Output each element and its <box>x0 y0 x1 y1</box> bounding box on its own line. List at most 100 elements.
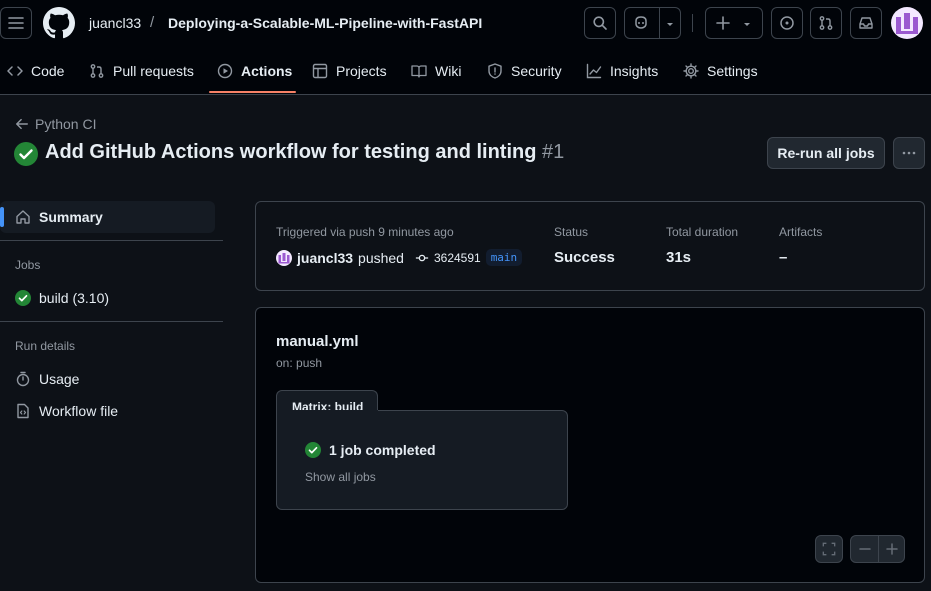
tab-wiki[interactable]: Wiki <box>411 47 461 94</box>
create-new-button[interactable] <box>705 7 763 39</box>
pull-request-icon <box>819 16 833 30</box>
commit-icon <box>415 254 429 261</box>
tab-join <box>277 410 378 412</box>
push-action: pushed <box>358 249 404 266</box>
file-code-icon <box>17 403 29 419</box>
shield-icon <box>488 62 502 79</box>
play-icon <box>217 63 233 78</box>
menu-button[interactable] <box>0 7 32 39</box>
push-info: juancl33 pushed 3624591 main <box>276 249 523 266</box>
chevron-down-icon <box>744 23 750 26</box>
tab-label: Security <box>511 62 562 79</box>
stopwatch-icon <box>16 371 30 387</box>
issues-button[interactable] <box>771 7 803 39</box>
workflow-file-name: manual.yml <box>276 333 359 350</box>
tab-label: Pull requests <box>113 62 194 79</box>
jobs-heading: Jobs <box>15 258 41 272</box>
home-icon <box>16 210 30 224</box>
triggered-text: Triggered via push 9 minutes ago <box>276 225 454 239</box>
show-all-jobs-link[interactable]: Show all jobs <box>305 470 376 484</box>
inbox-button[interactable] <box>850 7 882 39</box>
tab-code[interactable]: Code <box>7 47 64 94</box>
repo-owner-link[interactable]: juancl33 <box>89 15 141 31</box>
more-options-button[interactable] <box>893 137 925 169</box>
actor-link[interactable]: juancl33 <box>297 250 353 266</box>
tab-label: Actions <box>241 62 293 79</box>
breadcrumb-separator: / <box>150 14 155 31</box>
artifacts-label: Artifacts <box>779 225 823 239</box>
sidebar-item-label: build (3.10) <box>39 290 110 306</box>
jobs-completed-row: 1 job completed <box>305 442 436 458</box>
run-details-heading: Run details <box>15 339 76 353</box>
tab-insights[interactable]: Insights <box>586 47 658 94</box>
workflow-graph-card: manual.yml on: push Matrix: build 1 job … <box>255 307 925 583</box>
plus-icon <box>716 16 730 30</box>
success-check-icon <box>14 142 38 166</box>
duration-value: 31s <box>666 249 692 266</box>
minus-icon <box>858 548 871 550</box>
tab-pull-requests[interactable]: Pull requests <box>89 47 194 94</box>
repo-nav: Code Pull requests Actions Projects Wiki… <box>0 47 931 95</box>
kebab-horizontal-icon <box>902 151 916 155</box>
duration-label: Total duration <box>666 225 739 239</box>
zoom-in-button[interactable] <box>879 536 905 562</box>
split-divider <box>659 8 660 38</box>
tab-label: Settings <box>707 62 758 79</box>
avatar[interactable] <box>891 7 923 39</box>
sidebar-item-job-build[interactable]: build (3.10) <box>15 290 109 306</box>
sidebar-item-usage[interactable]: Usage <box>15 371 79 387</box>
repo-name-link[interactable]: Deploying-a-Scalable-ML-Pipeline-with-Fa… <box>168 15 482 31</box>
sidebar-item-label: Summary <box>39 209 103 225</box>
header-divider <box>692 14 693 32</box>
plus-icon <box>886 543 898 555</box>
copilot-button[interactable] <box>624 7 681 39</box>
tab-actions[interactable]: Actions <box>217 47 292 94</box>
tab-label: Wiki <box>435 62 462 79</box>
pull-request-icon <box>90 63 104 78</box>
success-check-icon <box>305 442 321 458</box>
commit-sha-link[interactable]: 3624591 <box>434 251 481 265</box>
search-button[interactable] <box>584 7 616 39</box>
jobs-completed-text: 1 job completed <box>329 442 436 458</box>
active-tab-indicator <box>209 91 296 93</box>
book-icon <box>411 64 427 78</box>
fullscreen-button[interactable] <box>815 535 843 563</box>
tab-security[interactable]: Security <box>487 47 562 94</box>
sidebar-item-label: Workflow file <box>39 403 119 419</box>
top-bar: juancl33 / Deploying-a-Scalable-ML-Pipel… <box>0 0 931 47</box>
graph-icon <box>586 63 602 78</box>
run-number: #1 <box>542 141 565 163</box>
copilot-icon <box>635 16 647 29</box>
table-icon <box>312 63 328 78</box>
tab-label: Insights <box>610 62 659 79</box>
active-indicator <box>0 207 4 227</box>
tab-settings[interactable]: Settings <box>683 47 758 94</box>
status-value: Success <box>554 249 615 266</box>
run-title: Add GitHub Actions workflow for testing … <box>45 141 537 163</box>
workflow-name: Python CI <box>35 116 97 132</box>
pull-requests-button[interactable] <box>810 7 842 39</box>
search-icon <box>593 16 607 30</box>
matrix-job-box[interactable]: 1 job completed Show all jobs <box>276 410 568 510</box>
page-title: Add GitHub Actions workflow for testing … <box>45 141 564 164</box>
run-summary-card: Triggered via push 9 minutes ago juancl3… <box>255 201 925 291</box>
github-logo-icon[interactable] <box>43 7 75 39</box>
workflow-trigger: on: push <box>276 356 323 370</box>
screen-full-icon <box>822 542 836 556</box>
back-to-workflow-link[interactable]: Python CI <box>15 116 96 132</box>
avatar[interactable] <box>276 249 292 266</box>
rerun-all-jobs-button[interactable]: Re-run all jobs <box>767 137 885 169</box>
code-icon <box>7 65 23 76</box>
chevron-down-icon[interactable] <box>665 19 675 29</box>
sidebar-item-summary[interactable]: Summary <box>0 201 215 233</box>
tab-label: Projects <box>336 62 387 79</box>
artifacts-value: – <box>779 249 788 266</box>
sidebar-item-workflow-file[interactable]: Workflow file <box>15 403 118 419</box>
branch-label[interactable]: main <box>485 249 523 266</box>
tab-label: Code <box>31 62 65 79</box>
zoom-controls <box>850 535 905 563</box>
sidebar-divider <box>0 240 223 241</box>
tab-projects[interactable]: Projects <box>312 47 387 94</box>
hamburger-icon <box>8 17 24 29</box>
zoom-out-button[interactable] <box>851 536 878 562</box>
